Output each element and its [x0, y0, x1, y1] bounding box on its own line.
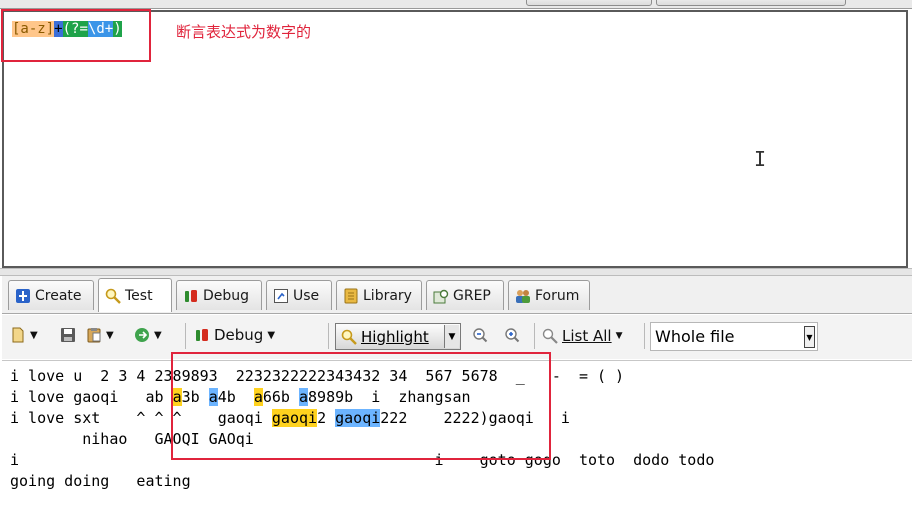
test-magnifier-icon — [105, 288, 121, 304]
tab-forum[interactable]: Forum — [508, 280, 590, 310]
test-line-6: going doing eating — [10, 472, 191, 490]
scope-select[interactable]: Whole file ▼ — [650, 322, 818, 351]
chevron-down-icon: ▼ — [267, 329, 276, 341]
tab-bar: Create Test Debug Use Library GREP Forum — [2, 276, 912, 314]
chevron-down-icon[interactable]: ▼ — [804, 326, 815, 348]
tab-library[interactable]: Library — [336, 280, 422, 310]
tab-grep[interactable]: GREP — [426, 280, 504, 310]
chevron-down-icon: ▼ — [106, 329, 114, 341]
text-cursor-icon: I — [754, 147, 767, 171]
save-button[interactable] — [60, 327, 76, 343]
paste-button[interactable]: ▼ — [86, 327, 114, 343]
annotation-box-regex — [1, 9, 151, 62]
tab-label: GREP — [453, 287, 491, 304]
tab-label: Debug — [203, 287, 250, 304]
debug-button-label: Debug — [214, 326, 264, 344]
annotation-box-matches — [171, 352, 551, 460]
save-icon — [60, 327, 76, 343]
tab-label: Create — [35, 287, 82, 304]
highlight-button-label: Highlight — [361, 327, 429, 346]
list-all-button[interactable]: List All ▼ — [542, 327, 623, 345]
next-match-button[interactable] — [504, 327, 520, 343]
tab-label: Test — [125, 287, 153, 304]
zoom-next-icon — [504, 327, 520, 343]
toolbar-divider — [328, 323, 329, 349]
clipboard-icon — [86, 327, 102, 343]
create-icon — [15, 288, 31, 304]
forum-users-icon — [515, 288, 531, 304]
tab-label: Forum — [535, 287, 580, 304]
tab-label: Use — [293, 287, 320, 304]
tab-test[interactable]: Test — [98, 278, 172, 312]
library-icon — [343, 288, 359, 304]
new-file-button[interactable]: ▼ — [10, 327, 38, 343]
chevron-down-icon: ▼ — [154, 329, 162, 341]
tab-use[interactable]: Use — [266, 280, 332, 310]
previous-match-button[interactable] — [472, 327, 488, 343]
text-segment: i love gaoqi ab — [10, 388, 173, 406]
debug-button[interactable]: Debug ▼ — [194, 326, 275, 344]
pane-splitter[interactable] — [0, 268, 912, 276]
grep-icon — [433, 288, 449, 304]
scope-select-value: Whole file — [655, 327, 735, 346]
toolbar-divider — [644, 323, 645, 349]
top-toolbar-strip — [0, 0, 912, 9]
top-toolbar-button[interactable] — [526, 0, 652, 6]
web-button[interactable]: ▼ — [134, 327, 162, 343]
debug-bug-icon — [194, 327, 210, 343]
search-icon — [341, 329, 357, 345]
globe-arrow-icon — [134, 327, 150, 343]
highlight-button[interactable]: Highlight ▼ — [335, 323, 461, 350]
tab-create[interactable]: Create — [8, 280, 94, 310]
annotation-text: 断言表达式为数字的 — [176, 23, 312, 41]
list-all-label: List All — [562, 327, 612, 345]
chevron-down-icon[interactable]: ▼ — [444, 325, 459, 348]
toolbar-divider — [185, 323, 186, 349]
search-icon — [542, 328, 558, 344]
chevron-down-icon: ▼ — [615, 331, 623, 341]
tab-debug[interactable]: Debug — [176, 280, 262, 310]
new-file-icon — [10, 327, 26, 343]
use-icon — [273, 288, 289, 304]
zoom-previous-icon — [472, 327, 488, 343]
toolbar-divider — [534, 323, 535, 349]
tab-label: Library — [363, 287, 412, 304]
debug-bug-icon — [183, 288, 199, 304]
top-toolbar-button[interactable] — [656, 0, 846, 6]
chevron-down-icon: ▼ — [30, 329, 38, 341]
